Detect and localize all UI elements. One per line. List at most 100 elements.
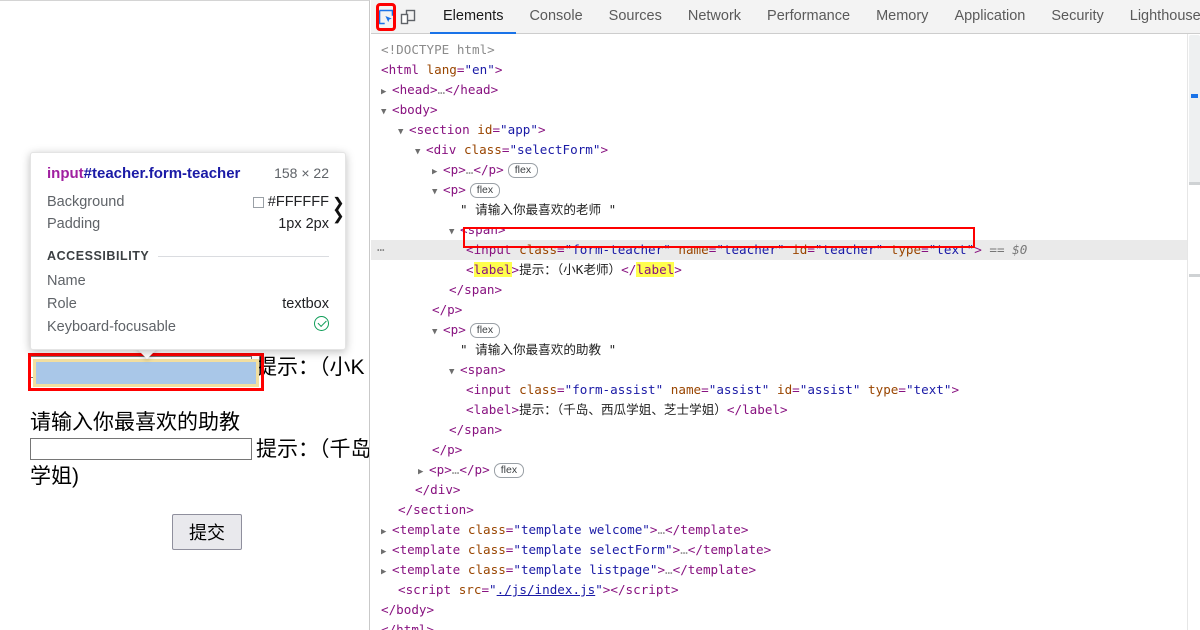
doctype-text: <!DOCTYPE html> [381, 42, 495, 57]
tree-line-text-teacher: " 请输入你最喜欢的老师 " [371, 200, 1200, 220]
tab-security[interactable]: Security [1038, 0, 1116, 34]
teacher-hint-label: 提示：（小K [256, 356, 365, 379]
expand-arrow-icon[interactable]: ▶ [381, 522, 392, 542]
collapse-arrow-icon[interactable]: ▼ [449, 222, 460, 242]
tree-line-doctype: <!DOCTYPE html> [371, 40, 1200, 60]
check-icon [314, 316, 329, 331]
tree-line-text-assist: " 请输入你最喜欢的助教 " [371, 340, 1200, 360]
scrollbar-marker [1189, 182, 1200, 185]
flex-badge[interactable]: flex [469, 323, 501, 338]
tree-line-p-collapsed-1[interactable]: ▶ <p>…</p> flex [371, 160, 1200, 180]
tooltip-row-padding: Padding 1px 2px [47, 213, 329, 235]
tab-sources[interactable]: Sources [596, 0, 675, 34]
tree-line-body-open[interactable]: ▼ <body> [371, 100, 1200, 120]
script-src-link[interactable]: ./js/index.js [497, 582, 596, 597]
a11y-row-role: Role textbox [47, 293, 329, 316]
tab-performance[interactable]: Performance [754, 0, 863, 34]
tree-line-section-open[interactable]: ▼ <section id="app"> [371, 120, 1200, 140]
a11y-keyboard-focusable-key: Keyboard-focusable [47, 319, 176, 335]
assist-field-row: 提示：（千岛 [30, 438, 369, 462]
tree-line-section-close[interactable]: </section> [371, 500, 1200, 520]
tree-line-body-close[interactable]: </body> [371, 600, 1200, 620]
submit-row: 提交 [30, 514, 369, 550]
tooltip-dimensions: 158 × 22 [274, 165, 329, 181]
assist-hint-wrap-tail: 学姐) [30, 465, 79, 488]
expand-arrow-icon[interactable]: ▶ [418, 462, 429, 482]
select-form: 提示：（小K 请输入你最喜欢的助教 提示：（千岛 学姐) 提交 [30, 356, 369, 550]
flex-badge[interactable]: flex [493, 463, 525, 478]
overflow-dots[interactable]: ⋯ [377, 240, 386, 260]
flex-badge[interactable]: flex [507, 163, 539, 178]
tooltip-selector-rest: #teacher.form-teacher [83, 165, 241, 182]
tree-line-p-open-teacher[interactable]: ▼ <p> flex [371, 180, 1200, 200]
tree-line-p-open-assist[interactable]: ▼ <p> flex [371, 320, 1200, 340]
tree-line-html-open[interactable]: <html lang="en"> [371, 60, 1200, 80]
tree-line-p-close-assist[interactable]: </p> [371, 440, 1200, 460]
devtools-tab-bar: Elements Console Sources Network Perform… [430, 0, 1200, 34]
collapse-arrow-icon[interactable]: ▼ [432, 322, 443, 342]
tab-application[interactable]: Application [941, 0, 1038, 34]
scrollbar-marker-selected [1191, 94, 1198, 98]
tooltip-padding-key: Padding [47, 216, 101, 232]
collapse-arrow-icon[interactable]: ▼ [381, 102, 392, 122]
clipped-edge-glyph: ❯ ❯ [333, 196, 344, 223]
tree-line-template-welcome[interactable]: ▶ <template class="template welcome">…</t… [371, 520, 1200, 540]
scrollbar-thumb[interactable] [1189, 35, 1200, 183]
highlighted-tag-label: label [473, 262, 512, 277]
tab-elements[interactable]: Elements [430, 0, 517, 34]
flex-badge[interactable]: flex [469, 183, 501, 198]
tooltip-tag-name: input [47, 165, 84, 182]
collapse-arrow-icon[interactable]: ▼ [398, 122, 409, 142]
highlighted-tag-label: label [636, 262, 675, 277]
element-info-tooltip: input#teacher.form-teacher 158 × 22 Back… [30, 152, 346, 350]
dom-tree-scrollbar[interactable] [1187, 34, 1200, 630]
screenshot-root: 提示：（小K 请输入你最喜欢的助教 提示：（千岛 学姐) 提交 input#te… [0, 0, 1200, 630]
tree-line-div-close[interactable]: </div> [371, 480, 1200, 500]
collapse-arrow-icon[interactable]: ▼ [449, 362, 460, 382]
tree-line-script[interactable]: <script src="./js/index.js"></script> [371, 580, 1200, 600]
inspect-element-icon [378, 9, 394, 24]
tooltip-row-background: Background #FFFFFF [47, 191, 329, 213]
expand-arrow-icon[interactable]: ▶ [381, 542, 392, 562]
tree-line-label-assist[interactable]: <label>提示：（千岛、西瓜学姐、芝士学姐）</label> [371, 400, 1200, 420]
tab-console[interactable]: Console [516, 0, 595, 34]
tree-line-head[interactable]: ▶ <head>…</head> [371, 80, 1200, 100]
expand-arrow-icon[interactable]: ▶ [432, 162, 443, 182]
tree-line-span-open-teacher[interactable]: ▼ <span> [371, 220, 1200, 240]
tree-line-div-open[interactable]: ▼ <div class="selectForm"> [371, 140, 1200, 160]
assist-input[interactable] [30, 438, 252, 460]
collapse-arrow-icon[interactable]: ▼ [415, 142, 426, 162]
tree-line-label-teacher[interactable]: <label>提示：（小K老师）</label> [371, 260, 1200, 280]
tree-line-p-close-teacher[interactable]: </p> [371, 300, 1200, 320]
tree-line-html-close[interactable]: </html> [371, 620, 1200, 630]
dom-tree[interactable]: <!DOCTYPE html> <html lang="en"> ▶ <head>… [371, 34, 1200, 630]
tree-line-template-listpage[interactable]: ▶ <template class="template listpage">…</… [371, 560, 1200, 580]
text-node-assist: " 请输入你最喜欢的助教 " [460, 342, 617, 357]
inspect-element-button[interactable] [376, 2, 396, 31]
tree-line-span-close-assist[interactable]: </span> [371, 420, 1200, 440]
a11y-row-name: Name [47, 270, 329, 293]
expand-arrow-icon[interactable]: ▶ [381, 562, 392, 582]
expand-arrow-icon[interactable]: ▶ [381, 82, 392, 102]
collapse-arrow-icon[interactable]: ▼ [432, 182, 443, 202]
tree-line-template-selectform[interactable]: ▶ <template class="template selectForm">…… [371, 540, 1200, 560]
tree-line-input-teacher-selected[interactable]: ⋯ <input class="form-teacher" name="teach… [371, 240, 1200, 260]
devtools-panel: Elements Console Sources Network Perform… [371, 0, 1200, 630]
tab-memory[interactable]: Memory [863, 0, 941, 34]
color-swatch-icon [252, 196, 264, 208]
teacher-input[interactable] [30, 356, 252, 378]
device-toolbar-button[interactable] [400, 5, 417, 29]
text-node-teacher: " 请输入你最喜欢的老师 " [460, 202, 617, 217]
submit-button[interactable]: 提交 [172, 514, 242, 550]
tree-line-p-collapsed-2[interactable]: ▶ <p>…</p> flex [371, 460, 1200, 480]
tree-line-span-open-assist[interactable]: ▼ <span> [371, 360, 1200, 380]
tooltip-padding-value: 1px 2px [278, 216, 329, 232]
tab-lighthouse[interactable]: Lighthouse [1117, 0, 1200, 34]
tree-line-span-close-teacher[interactable]: </span> [371, 280, 1200, 300]
tooltip-accessibility-section: ACCESSIBILITY [47, 249, 329, 263]
tab-network[interactable]: Network [675, 0, 754, 34]
device-toolbar-icon [400, 9, 416, 24]
label-teacher-text: 提示：（小K老师） [519, 262, 622, 277]
tree-line-input-assist[interactable]: <input class="form-assist" name="assist"… [371, 380, 1200, 400]
a11y-row-keyboard-focusable: Keyboard-focusable [47, 316, 329, 339]
